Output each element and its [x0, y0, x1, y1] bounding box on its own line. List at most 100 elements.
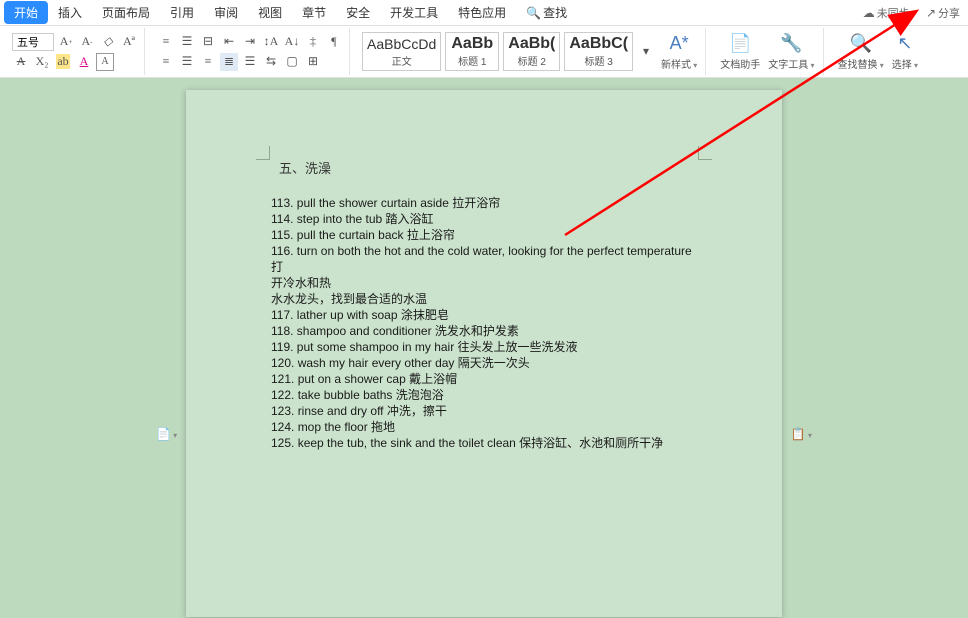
document-page[interactable]: 五、洗澡 113. pull the shower curtain aside … — [186, 90, 782, 617]
tab-security[interactable]: 安全 — [336, 1, 380, 24]
paragraph-group: ≡ ☰ ⊟ ⇤ ⇥ ↕A A↓ ‡ ¶ ≡ ☰ ≡ ≣ ☰ ⇆ ▢ ⊞ — [151, 28, 350, 75]
style-preview: AaBbCcDd — [367, 35, 436, 53]
doc-helper-label: 文档助手 — [720, 56, 760, 71]
char-shading-button[interactable]: A — [96, 53, 114, 71]
margin-corner — [256, 146, 270, 160]
style-label: 正文 — [367, 53, 436, 68]
font-size-select[interactable] — [12, 33, 54, 51]
doc-line: 115. pull the curtain back 拉上浴帘 — [271, 227, 697, 243]
text-tools-button[interactable]: 🔧 文字工具 — [766, 33, 816, 71]
doc-line: 113. pull the shower curtain aside 拉开浴帘 — [271, 195, 697, 211]
tab-chapter[interactable]: 章节 — [292, 1, 336, 24]
align-center-button[interactable]: ☰ — [178, 53, 196, 71]
find-group: 🔍 查找替换 ↖ 选择 — [830, 28, 927, 75]
style-label: 标题 1 — [450, 53, 494, 68]
doc-helper-icon: 📄 — [729, 33, 751, 55]
margin-corner — [698, 146, 712, 160]
left-panel-toggle[interactable]: 📄 — [156, 427, 177, 441]
right-panel-toggle[interactable]: 📋 — [791, 427, 812, 441]
style-h3[interactable]: AaBbC( 标题 3 — [564, 32, 633, 71]
search-icon: 🔍 — [526, 6, 541, 20]
borders-button[interactable]: ⊞ — [304, 53, 322, 71]
multilevel-button[interactable]: ⊟ — [199, 33, 217, 51]
doc-line: 118. shampoo and conditioner 洗发水和护发素 — [271, 323, 697, 339]
clear-format-button[interactable]: ◇ — [99, 33, 117, 51]
font-color-button[interactable]: A — [75, 53, 93, 71]
select-label: 选择 — [892, 56, 918, 71]
doc-helper-button[interactable]: 📄 文档助手 — [718, 33, 762, 71]
ribbon-toolbar: A+ A- ◇ Aª A X₂ ab A A ≡ ☰ ⊟ ⇤ ⇥ ↕A — [0, 26, 968, 78]
distribute-button[interactable]: ☰ — [241, 53, 259, 71]
align-justify-button[interactable]: ≣ — [220, 53, 238, 71]
styles-group: AaBbCcDd 正文 AaBb 标题 1 AaBb( 标题 2 AaBbC( … — [356, 28, 706, 75]
find-replace-button[interactable]: 🔍 查找替换 — [836, 33, 886, 71]
change-case-button[interactable]: Aª — [120, 33, 138, 51]
doc-section-title: 五、洗澡 — [279, 158, 697, 177]
bullets-button[interactable]: ≡ — [157, 33, 175, 51]
numbering-button[interactable]: ☰ — [178, 33, 196, 51]
share-button[interactable]: ↗分享 — [926, 5, 960, 21]
share-icon: ↗ — [926, 6, 936, 20]
style-h2[interactable]: AaBb( 标题 2 — [503, 32, 560, 71]
new-style-icon: A* — [670, 33, 689, 55]
tab-devtools[interactable]: 开发工具 — [380, 1, 448, 24]
align-left-button[interactable]: ≡ — [157, 53, 175, 71]
new-style-label: 新样式 — [661, 56, 697, 71]
new-style-button[interactable]: A* 新样式 — [659, 33, 699, 71]
tab-page-layout[interactable]: 页面布局 — [92, 1, 160, 24]
tab-insert[interactable]: 插入 — [48, 1, 92, 24]
doc-line: 124. mop the floor 拖地 — [271, 419, 697, 435]
shading-button[interactable]: ▢ — [283, 53, 301, 71]
canvas-area: 五、洗澡 113. pull the shower curtain aside … — [0, 78, 968, 618]
doc-line: 116. turn on both the hot and the cold w… — [271, 243, 697, 275]
grow-font-button[interactable]: A+ — [57, 33, 75, 51]
shrink-font-button[interactable]: A- — [78, 33, 96, 51]
style-h1[interactable]: AaBb 标题 1 — [445, 32, 499, 71]
sort-button[interactable]: A↓ — [283, 33, 301, 51]
font-group: A+ A- ◇ Aª A X₂ ab A A — [6, 28, 145, 75]
pointer-icon: ↖ — [897, 33, 912, 55]
decrease-indent-button[interactable]: ⇤ — [220, 33, 238, 51]
doc-line: 117. lather up with soap 涂抹肥皂 — [271, 307, 697, 323]
magnifier-icon: 🔍 — [849, 33, 871, 55]
doc-line: 水水龙头，找到最合适的水温 — [271, 291, 697, 307]
tools-group: 📄 文档助手 🔧 文字工具 — [712, 28, 823, 75]
sync-status[interactable]: ☁未同步 — [863, 5, 916, 21]
style-label: 标题 3 — [569, 53, 628, 68]
align-right-button[interactable]: ≡ — [199, 53, 217, 71]
style-preview: AaBb — [450, 35, 494, 53]
doc-line: 125. keep the tub, the sink and the toil… — [271, 435, 697, 451]
doc-line: 119. put some shampoo in my hair 往头发上放一些… — [271, 339, 697, 355]
tab-view[interactable]: 视图 — [248, 1, 292, 24]
line-spacing-button[interactable]: ‡ — [304, 33, 322, 51]
increase-indent-button[interactable]: ⇥ — [241, 33, 259, 51]
show-marks-button[interactable]: ¶ — [325, 33, 343, 51]
tab-review[interactable]: 审阅 — [204, 1, 248, 24]
tab-special[interactable]: 特色应用 — [448, 1, 516, 24]
doc-line: 122. take bubble baths 洗泡泡浴 — [271, 387, 697, 403]
sync-label: 未同步 — [877, 8, 916, 20]
menu-bar: 开始 插入 页面布局 引用 审阅 视图 章节 安全 开发工具 特色应用 🔍查找 … — [0, 0, 968, 26]
find-replace-label: 查找替换 — [838, 56, 884, 71]
text-tools-label: 文字工具 — [768, 56, 814, 71]
doc-line: 开冷水和热 — [271, 275, 697, 291]
wrench-icon: 🔧 — [780, 33, 802, 55]
style-label: 标题 2 — [508, 53, 555, 68]
doc-line: 120. wash my hair every other day 隔天洗一次头 — [271, 355, 697, 371]
styles-expand-button[interactable]: ▾ — [637, 43, 655, 61]
search-button[interactable]: 🔍查找 — [516, 1, 577, 24]
style-normal[interactable]: AaBbCcDd 正文 — [362, 32, 441, 71]
doc-line: 123. rinse and dry off 冲洗，擦干 — [271, 403, 697, 419]
tab-set-button[interactable]: ⇆ — [262, 53, 280, 71]
select-button[interactable]: ↖ 选择 — [890, 33, 920, 71]
search-label: 查找 — [543, 6, 567, 20]
highlight-button[interactable]: ab — [54, 53, 72, 71]
doc-body: 113. pull the shower curtain aside 拉开浴帘 … — [271, 195, 697, 451]
strikethrough-button[interactable]: A — [12, 53, 30, 71]
tab-references[interactable]: 引用 — [160, 1, 204, 24]
subscript-button[interactable]: X₂ — [33, 53, 51, 71]
tab-start[interactable]: 开始 — [4, 1, 48, 24]
style-preview: AaBbC( — [569, 35, 628, 53]
doc-line: 121. put on a shower cap 戴上浴帽 — [271, 371, 697, 387]
text-direction-button[interactable]: ↕A — [262, 33, 280, 51]
